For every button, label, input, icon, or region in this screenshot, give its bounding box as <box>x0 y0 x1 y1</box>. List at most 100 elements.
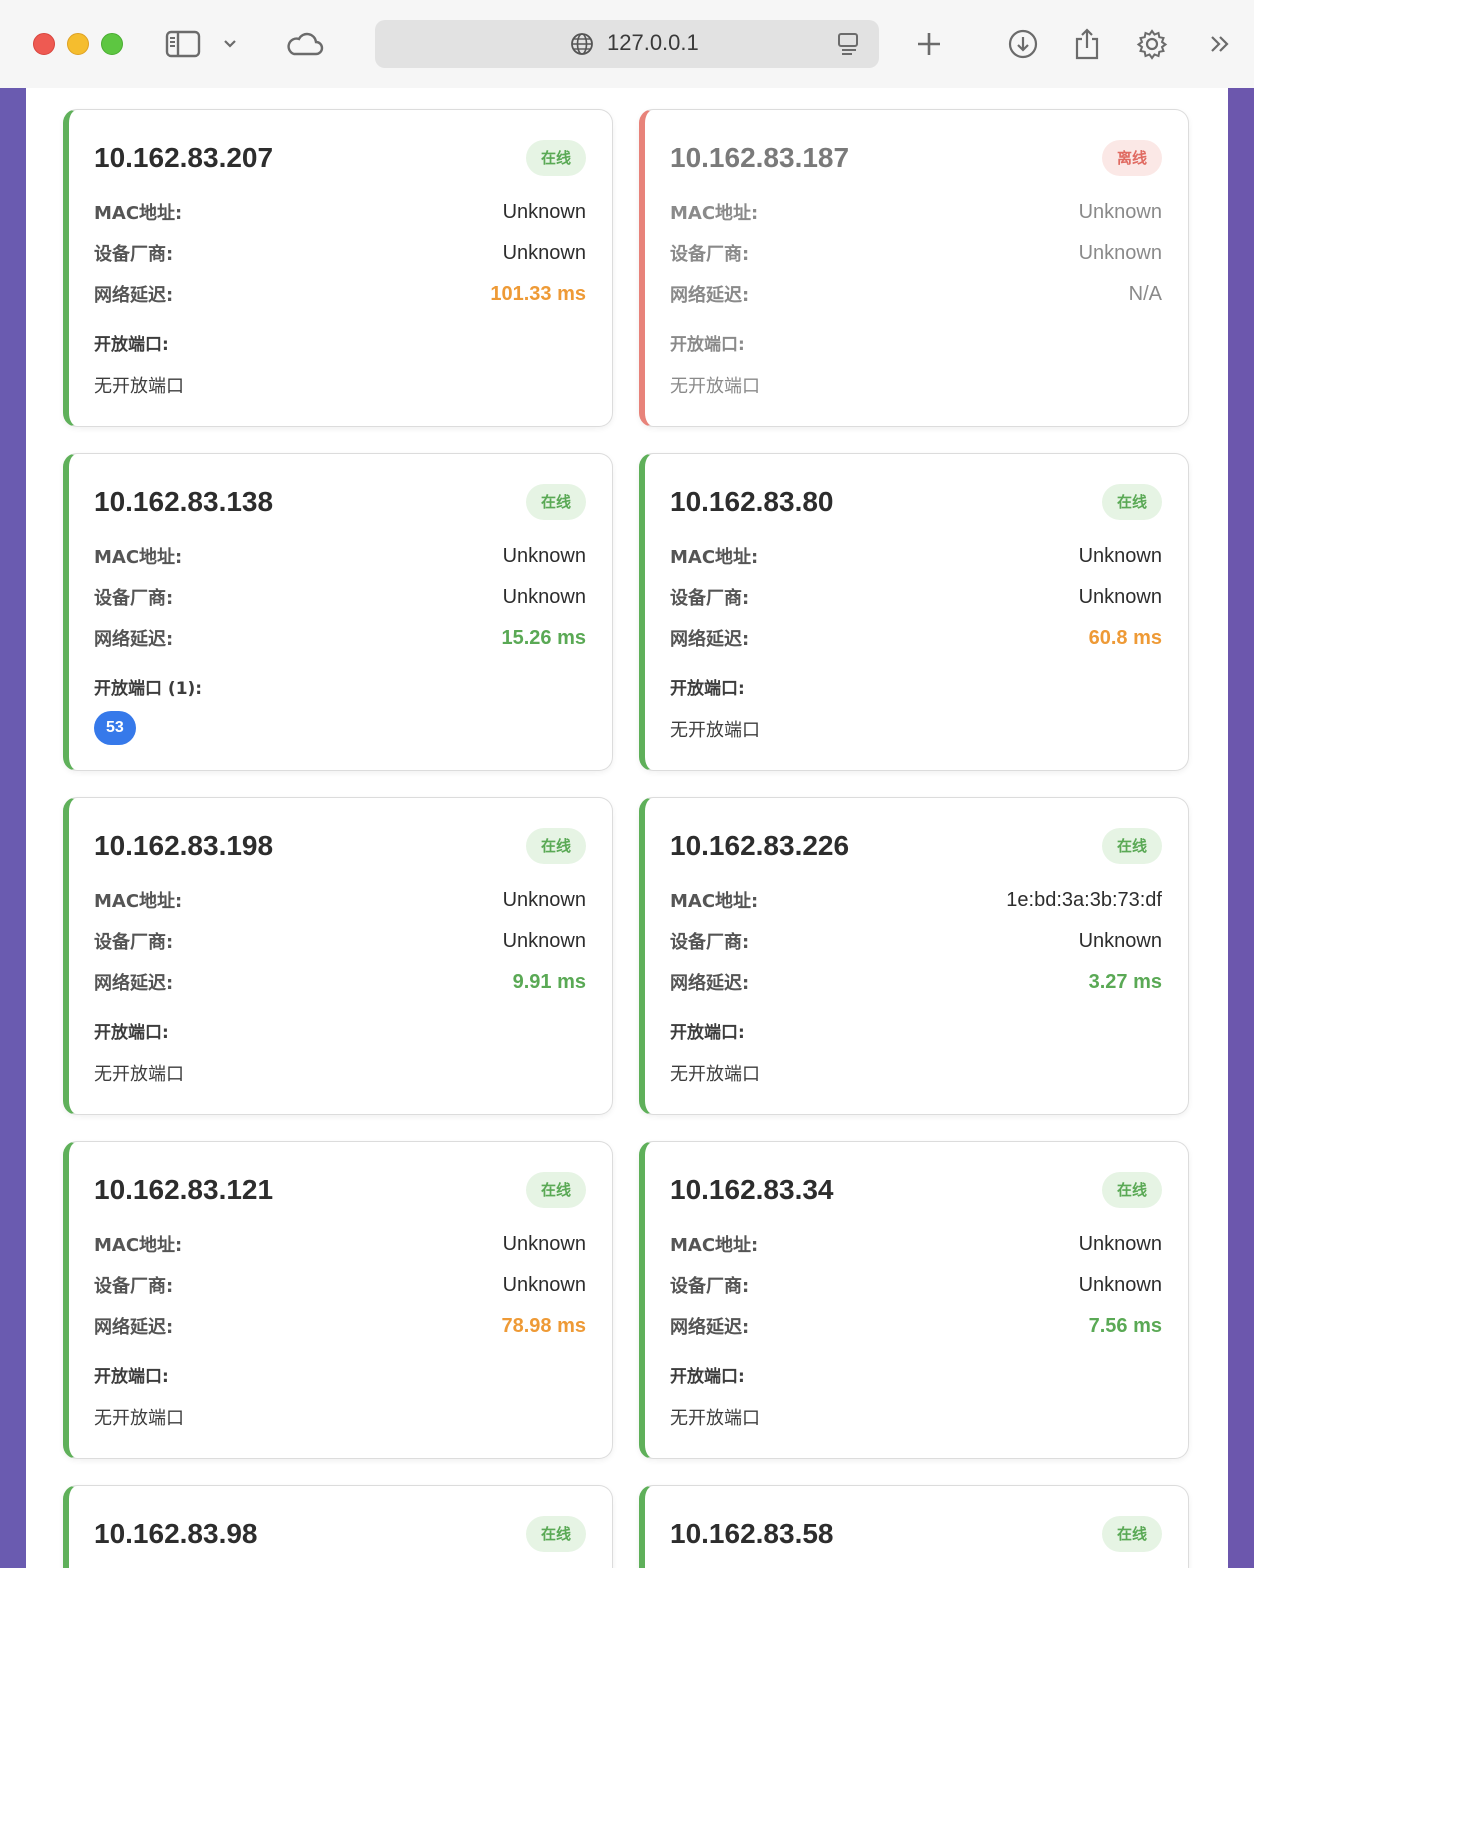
mac-value: Unknown <box>502 888 586 911</box>
vendor-row: 设备厂商: Unknown <box>670 238 1162 268</box>
vendor-value: Unknown <box>502 929 586 952</box>
latency-value: 7.56 ms <box>1088 1314 1162 1337</box>
vendor-label: 设备厂商: <box>670 932 750 953</box>
mac-row: MAC地址: Unknown <box>670 1229 1162 1259</box>
device-ip: 10.162.83.207 <box>94 142 274 173</box>
ports-label: 开放端口: <box>670 1023 745 1043</box>
vendor-label: 设备厂商: <box>94 588 174 609</box>
vendor-value: Unknown <box>1078 1273 1162 1296</box>
url-text[interactable]: 127.0.0.1 <box>607 30 699 56</box>
device-ip: 10.162.83.80 <box>670 486 834 517</box>
device-card[interactable]: 10.162.83.80 在线 MAC地址: Unknown 设备厂商: Unkno… <box>639 453 1189 771</box>
mac-label: MAC地址: <box>670 203 759 224</box>
vendor-label: 设备厂商: <box>670 244 750 265</box>
mac-row: MAC地址: Unknown <box>670 541 1162 571</box>
latency-value: N/A <box>1128 282 1162 305</box>
latency-label: 网络延迟: <box>94 1317 174 1338</box>
latency-value: 15.26 ms <box>501 626 586 649</box>
browser-toolbar: 127.0.0.1 <box>0 0 1254 88</box>
ports-label: 开放端口: <box>670 1367 745 1387</box>
status-badge: 在线 <box>525 828 586 864</box>
device-card[interactable]: 10.162.83.187 离线 MAC地址: Unknown 设备厂商: Unkn… <box>639 109 1189 427</box>
device-card[interactable]: 10.162.83.98 在线 <box>63 1485 613 1568</box>
latency-label: 网络延迟: <box>670 285 750 306</box>
latency-label: 网络延迟: <box>94 285 174 306</box>
vendor-row: 设备厂商: Unknown <box>670 926 1162 956</box>
device-card[interactable]: 10.162.83.121 在线 MAC地址: Unknown 设备厂商: Unkn… <box>63 1141 613 1459</box>
globe-icon <box>562 24 602 64</box>
device-card[interactable]: 10.162.83.207 在线 MAC地址: Unknown 设备厂商: Unkn… <box>63 109 613 427</box>
mac-value: Unknown <box>502 544 586 567</box>
device-ip: 10.162.83.187 <box>670 142 850 173</box>
no-ports-text: 无开放端口 <box>94 376 184 397</box>
status-badge: 离线 <box>1101 140 1162 176</box>
device-card[interactable]: 10.162.83.58 在线 <box>639 1485 1189 1568</box>
no-ports-text: 无开放端口 <box>670 720 760 741</box>
device-card[interactable]: 10.162.83.138 在线 MAC地址: Unknown 设备厂商: Unkn… <box>63 453 613 771</box>
new-tab-icon[interactable] <box>909 24 949 64</box>
latency-label: 网络延迟: <box>94 973 174 994</box>
mac-value: 1e:bd:3a:3b:73:df <box>1006 888 1162 911</box>
reader-mode-icon[interactable] <box>828 24 868 64</box>
status-badge: 在线 <box>525 484 586 520</box>
latency-label: 网络延迟: <box>94 629 174 650</box>
port-chip[interactable]: 53 <box>94 711 136 745</box>
downloads-icon[interactable] <box>1003 24 1043 64</box>
device-ip: 10.162.83.226 <box>670 830 850 861</box>
device-ip: 10.162.83.121 <box>94 1174 274 1205</box>
device-card[interactable]: 10.162.83.226 在线 MAC地址: 1e:bd:3a:3b:73:df… <box>639 797 1189 1115</box>
minimize-window-button[interactable] <box>67 33 89 55</box>
latency-row: 网络延迟: 15.26 ms <box>94 623 586 653</box>
page-background-left <box>0 88 26 1568</box>
share-icon[interactable] <box>1067 24 1107 64</box>
latency-label: 网络延迟: <box>670 973 750 994</box>
latency-row: 网络延迟: 9.91 ms <box>94 967 586 997</box>
mac-value: Unknown <box>1078 1232 1162 1255</box>
latency-value: 101.33 ms <box>490 282 586 305</box>
no-ports-text: 无开放端口 <box>670 376 760 397</box>
latency-row: 网络延迟: N/A <box>670 279 1162 309</box>
sidebar-toggle-icon[interactable] <box>163 24 203 64</box>
chevron-down-icon[interactable] <box>211 24 249 64</box>
mac-value: Unknown <box>1078 200 1162 223</box>
device-ip: 10.162.83.58 <box>670 1518 834 1549</box>
latency-label: 网络延迟: <box>670 1317 750 1338</box>
gear-icon[interactable] <box>1132 24 1172 64</box>
mac-label: MAC地址: <box>670 1235 759 1256</box>
more-tools-icon[interactable] <box>1200 24 1240 64</box>
no-ports-text: 无开放端口 <box>670 1408 760 1429</box>
mac-row: MAC地址: Unknown <box>94 1229 586 1259</box>
mac-value: Unknown <box>502 1232 586 1255</box>
latency-value: 3.27 ms <box>1088 970 1162 993</box>
vendor-value: Unknown <box>502 241 586 264</box>
vendor-row: 设备厂商: Unknown <box>670 1270 1162 1300</box>
latency-row: 网络延迟: 78.98 ms <box>94 1311 586 1341</box>
latency-label: 网络延迟: <box>670 629 750 650</box>
zoom-window-button[interactable] <box>101 33 123 55</box>
latency-row: 网络延迟: 101.33 ms <box>94 279 586 309</box>
device-card[interactable]: 10.162.83.34 在线 MAC地址: Unknown 设备厂商: Unkno… <box>639 1141 1189 1459</box>
mac-row: MAC地址: Unknown <box>94 885 586 915</box>
vendor-label: 设备厂商: <box>94 1276 174 1297</box>
ports-label: 开放端口: <box>670 335 745 355</box>
mac-label: MAC地址: <box>94 203 183 224</box>
icloud-tabs-icon[interactable] <box>282 24 326 64</box>
vendor-value: Unknown <box>1078 585 1162 608</box>
mac-label: MAC地址: <box>94 547 183 568</box>
device-ip: 10.162.83.138 <box>94 486 274 517</box>
status-badge: 在线 <box>1101 828 1162 864</box>
vendor-row: 设备厂商: Unknown <box>94 1270 586 1300</box>
vendor-value: Unknown <box>1078 241 1162 264</box>
close-window-button[interactable] <box>33 33 55 55</box>
latency-row: 网络延迟: 60.8 ms <box>670 623 1162 653</box>
vendor-label: 设备厂商: <box>670 1276 750 1297</box>
mac-value: Unknown <box>502 200 586 223</box>
latency-value: 60.8 ms <box>1088 626 1162 649</box>
latency-row: 网络延迟: 7.56 ms <box>670 1311 1162 1341</box>
device-card[interactable]: 10.162.83.198 在线 MAC地址: Unknown 设备厂商: Unkn… <box>63 797 613 1115</box>
vendor-row: 设备厂商: Unknown <box>94 582 586 612</box>
latency-row: 网络延迟: 3.27 ms <box>670 967 1162 997</box>
device-grid: 10.162.83.207 在线 MAC地址: Unknown 设备厂商: Unkn… <box>26 88 1228 1568</box>
vendor-label: 设备厂商: <box>94 932 174 953</box>
vendor-value: Unknown <box>502 1273 586 1296</box>
